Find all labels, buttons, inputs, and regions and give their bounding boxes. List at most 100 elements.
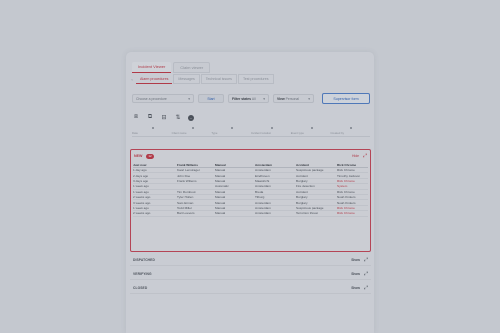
table-cell: Suspicious package bbox=[296, 168, 324, 173]
view-value: Personal bbox=[285, 96, 300, 101]
column-header-created-by[interactable]: Created by bbox=[330, 127, 371, 137]
column-header-type[interactable]: Type bbox=[211, 127, 252, 137]
section-label: CLOSED bbox=[133, 285, 148, 290]
block-icon[interactable]: – bbox=[188, 114, 194, 121]
chevron-left-icon[interactable]: ‹ bbox=[129, 77, 135, 82]
table-cell: 2 weeks ago bbox=[133, 211, 151, 216]
column-headers: Date Client name Type Incident location … bbox=[132, 127, 371, 137]
verifying-section[interactable]: VERIFYING Show ⤢ bbox=[130, 268, 371, 280]
table-cell: System bbox=[337, 184, 348, 189]
dispatched-section[interactable]: DISPATCHED Show ⤢ bbox=[130, 254, 371, 266]
table-cell: Manual bbox=[215, 200, 226, 205]
table-cell: Rick Chrome bbox=[337, 211, 355, 216]
table-cell: Manual bbox=[215, 178, 226, 183]
table-cell: 3 weeks ago bbox=[133, 200, 151, 205]
table-cell: Manual bbox=[215, 168, 226, 173]
table-cell: Burglary bbox=[296, 195, 308, 200]
incident-table: Just now Frank Willems Manual Amsterdam … bbox=[131, 162, 370, 217]
view-label: View bbox=[277, 96, 285, 101]
table-cell: 1 week ago bbox=[133, 189, 149, 194]
table-cell: Just now bbox=[133, 162, 147, 167]
count-badge: 12 bbox=[146, 153, 154, 159]
expand-icon[interactable]: ⤢ bbox=[364, 285, 368, 291]
table-cell: Rick Chrome bbox=[337, 162, 357, 167]
column-header-location[interactable]: Incident location bbox=[251, 127, 291, 137]
incident-panel: Incident Viewer Claim viewer ‹ Alarm pro… bbox=[126, 52, 374, 333]
table-cell: Breda bbox=[255, 189, 264, 194]
filter-b-icon[interactable]: ⧉ bbox=[146, 114, 154, 121]
column-header-event[interactable]: Event type bbox=[290, 127, 331, 137]
expand-icon[interactable]: ⤢ bbox=[364, 271, 368, 277]
table-cell: 1 week ago bbox=[133, 184, 149, 189]
table-cell: Eindhoven bbox=[255, 173, 270, 178]
table-cell: Amsterdam bbox=[255, 162, 273, 167]
table-cell: Manual bbox=[215, 205, 226, 210]
new-incidents-section: NEW 12 Hide ⤢ Just now Frank Willems Man… bbox=[130, 149, 371, 252]
table-cell: Manual bbox=[215, 173, 226, 178]
table-cell: Manual bbox=[215, 189, 226, 194]
table-cell: Maastricht bbox=[255, 178, 270, 183]
table-cell: Rick Chrome bbox=[337, 178, 355, 183]
closed-section[interactable]: CLOSED Show ⤢ bbox=[130, 282, 371, 294]
table-cell: Amsterdam bbox=[255, 168, 271, 173]
table-cell: Accident bbox=[296, 173, 308, 178]
tab-messages[interactable]: Messages bbox=[173, 74, 200, 84]
table-cell: Manual bbox=[215, 162, 226, 167]
table-cell: Manual bbox=[215, 211, 226, 216]
table-cell: Amsterdam bbox=[255, 211, 271, 216]
column-header-client[interactable]: Client name bbox=[171, 127, 212, 137]
table-cell: Bart Loevers bbox=[177, 211, 195, 216]
chevron-down-icon: ▾ bbox=[308, 96, 310, 101]
tab-claim-viewer[interactable]: Claim viewer bbox=[173, 62, 211, 73]
table-cell: Rick Chrome bbox=[337, 168, 355, 173]
table-cell: Todd Miller bbox=[177, 205, 192, 210]
expand-icon[interactable]: ⤢ bbox=[364, 257, 368, 263]
table-cell: Terrorism threat bbox=[296, 211, 318, 216]
hide-link[interactable]: Hide bbox=[352, 154, 359, 158]
table-cell: Suspicious package bbox=[296, 205, 324, 210]
table-cell: Timothy Jackson bbox=[337, 173, 361, 178]
table-cell: Tim Rombout bbox=[177, 189, 196, 194]
toolbar: Choose a procedure ▾ Start Filter states… bbox=[132, 93, 370, 104]
table-cell: John Doe bbox=[177, 173, 191, 178]
table-cell: Rick Chrome bbox=[337, 189, 355, 194]
filter-c-icon[interactable]: ⊟ bbox=[160, 114, 168, 121]
table-cell: Noah Kinkers bbox=[337, 195, 356, 200]
show-link[interactable]: Show bbox=[351, 272, 360, 276]
filter-a-icon[interactable]: ⧈ bbox=[132, 114, 140, 121]
table-cell: Tilburg bbox=[255, 195, 265, 200]
supervisor-form-button[interactable]: Supervisor form bbox=[322, 93, 370, 104]
table-cell: Manual bbox=[215, 195, 226, 200]
start-button[interactable]: Start bbox=[198, 94, 224, 103]
table-cell: Burglary bbox=[296, 178, 308, 183]
filter-states-select[interactable]: Filter states All ▾ bbox=[228, 94, 269, 103]
procedure-select-value: Choose a procedure bbox=[136, 96, 167, 101]
tab-incident-viewer[interactable]: Incident Viewer bbox=[132, 62, 172, 73]
top-tabs: Incident Viewer Claim viewer bbox=[132, 62, 211, 73]
table-cell: Rick Chrome bbox=[337, 205, 355, 210]
expand-icon[interactable]: ⤢ bbox=[363, 153, 367, 159]
table-cell: Amsterdam bbox=[255, 184, 271, 189]
procedure-select[interactable]: Choose a procedure ▾ bbox=[132, 94, 194, 103]
chevron-down-icon: ▾ bbox=[188, 96, 190, 101]
tab-test-procedures[interactable]: Test procedures bbox=[237, 74, 274, 84]
table-row[interactable]: 2 weeks ago Bart Loevers Manual Amsterdam Te… bbox=[133, 211, 368, 217]
tab-technical-issues[interactable]: Technical issues bbox=[200, 74, 237, 84]
table-cell: Burglary bbox=[296, 200, 308, 205]
tab-alarm-procedures[interactable]: Alarm procedures bbox=[136, 75, 173, 84]
filter-label: Filter states bbox=[232, 96, 252, 101]
table-cell: Fire detection bbox=[296, 184, 315, 189]
section-label: VERIFYING bbox=[133, 271, 152, 276]
table-cell: Kaori Lenstrager bbox=[177, 168, 200, 173]
table-cell: 1 day ago bbox=[133, 168, 147, 173]
show-link[interactable]: Show bbox=[351, 258, 360, 262]
table-cell: Sam Erman bbox=[177, 200, 194, 205]
table-cell: 3 days ago bbox=[133, 178, 149, 183]
column-header-date[interactable]: Date bbox=[132, 127, 172, 137]
show-link[interactable]: Show bbox=[351, 286, 360, 290]
sort-icon[interactable]: ⇅ bbox=[174, 114, 182, 121]
table-cell: Noah Kinkers bbox=[337, 200, 356, 205]
table-cell: 1 week ago bbox=[133, 205, 149, 210]
table-cell: 2 days ago bbox=[133, 173, 149, 178]
view-select[interactable]: View Personal ▾ bbox=[273, 94, 314, 103]
